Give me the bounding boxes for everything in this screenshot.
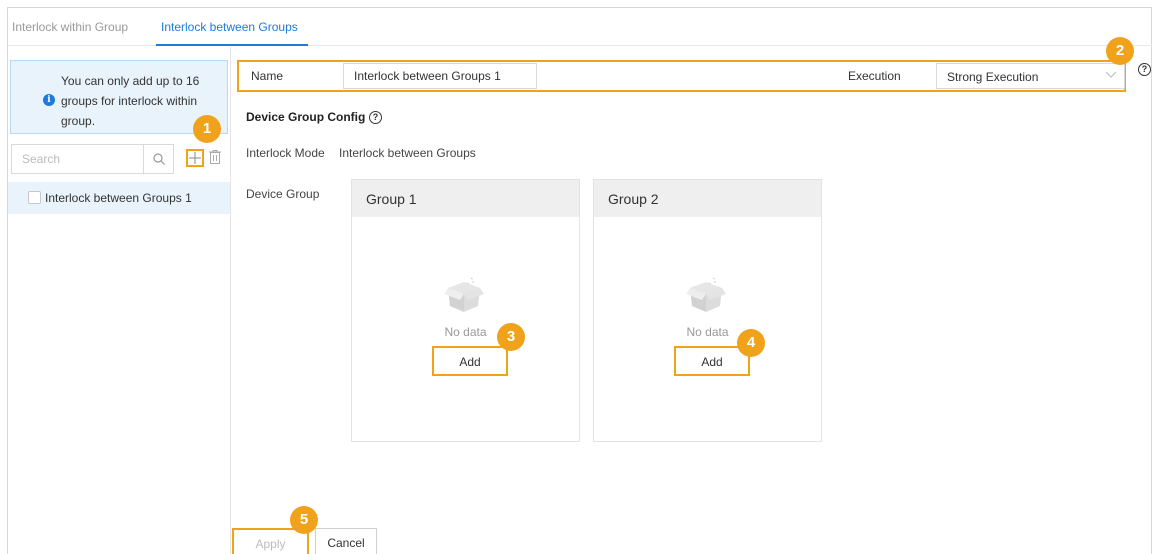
group-header: Group 2	[594, 180, 821, 217]
add-device-label: Add	[701, 355, 723, 369]
list-item[interactable]: Interlock between Groups 1	[8, 182, 230, 214]
interlock-mode-value: Interlock between Groups	[339, 146, 476, 160]
empty-box-icon	[444, 277, 484, 312]
chevron-down-icon	[1106, 72, 1116, 78]
execution-label: Execution	[848, 69, 901, 83]
apply-label: Apply	[255, 537, 286, 551]
execution-select[interactable]: Strong Execution	[936, 63, 1125, 89]
callout-badge-5: 5	[290, 506, 318, 534]
callout-badge-4: 4	[737, 329, 765, 357]
add-device-button[interactable]: Add	[432, 346, 508, 376]
name-input[interactable]	[343, 63, 537, 89]
delete-group-button[interactable]	[209, 150, 221, 164]
notice-line-3: group.	[61, 114, 96, 128]
search-icon	[153, 153, 165, 165]
plus-icon	[189, 152, 201, 164]
section-title: Device Group Config	[246, 110, 366, 124]
callout-badge-1: 1	[193, 115, 221, 143]
cancel-button[interactable]: Cancel	[315, 528, 377, 554]
empty-state-text: No data	[444, 325, 487, 339]
empty-box-icon	[686, 277, 726, 312]
execution-value: Strong Execution	[947, 70, 1039, 84]
help-icon[interactable]: ?	[1138, 63, 1151, 76]
search-box	[11, 144, 174, 174]
group-title: Group 1	[366, 191, 417, 207]
add-group-button[interactable]	[186, 149, 204, 167]
callout-badge-2: 2	[1106, 37, 1134, 65]
callout-badge-3: 3	[497, 323, 525, 351]
notice-line-1: You can only add up to 16	[61, 74, 200, 88]
notice-line-2: groups for interlock within	[61, 94, 198, 108]
tab-interlock-between-groups[interactable]: Interlock between Groups	[161, 20, 298, 34]
device-group-label: Device Group	[246, 187, 320, 201]
group-card-1: Group 1 No data Add	[351, 179, 580, 442]
tab-interlock-within-group[interactable]: Interlock within Group	[12, 20, 128, 34]
add-device-label: Add	[459, 355, 481, 369]
cancel-label: Cancel	[327, 536, 365, 550]
main-panel: Name Execution Strong Execution ? Device…	[232, 47, 1152, 554]
help-icon[interactable]: ?	[369, 111, 382, 124]
empty-state-text: No data	[686, 325, 729, 339]
group-header: Group 1	[352, 180, 579, 217]
search-input[interactable]	[12, 145, 144, 173]
active-tab-indicator	[156, 44, 308, 46]
notice-text: You can only add up to 16 groups for int…	[43, 71, 213, 131]
tab-bar: Interlock within Group Interlock between…	[8, 8, 1152, 46]
trash-icon	[209, 150, 221, 164]
interlock-mode-label: Interlock Mode	[246, 146, 325, 160]
group-card-2: Group 2 No data Add	[593, 179, 822, 442]
name-execution-row: Name Execution Strong Execution	[237, 60, 1126, 92]
item-checkbox[interactable]	[28, 191, 41, 204]
group-title: Group 2	[608, 191, 659, 207]
name-label: Name	[251, 69, 284, 83]
list-item-label: Interlock between Groups 1	[45, 191, 192, 205]
search-button[interactable]	[143, 145, 173, 173]
